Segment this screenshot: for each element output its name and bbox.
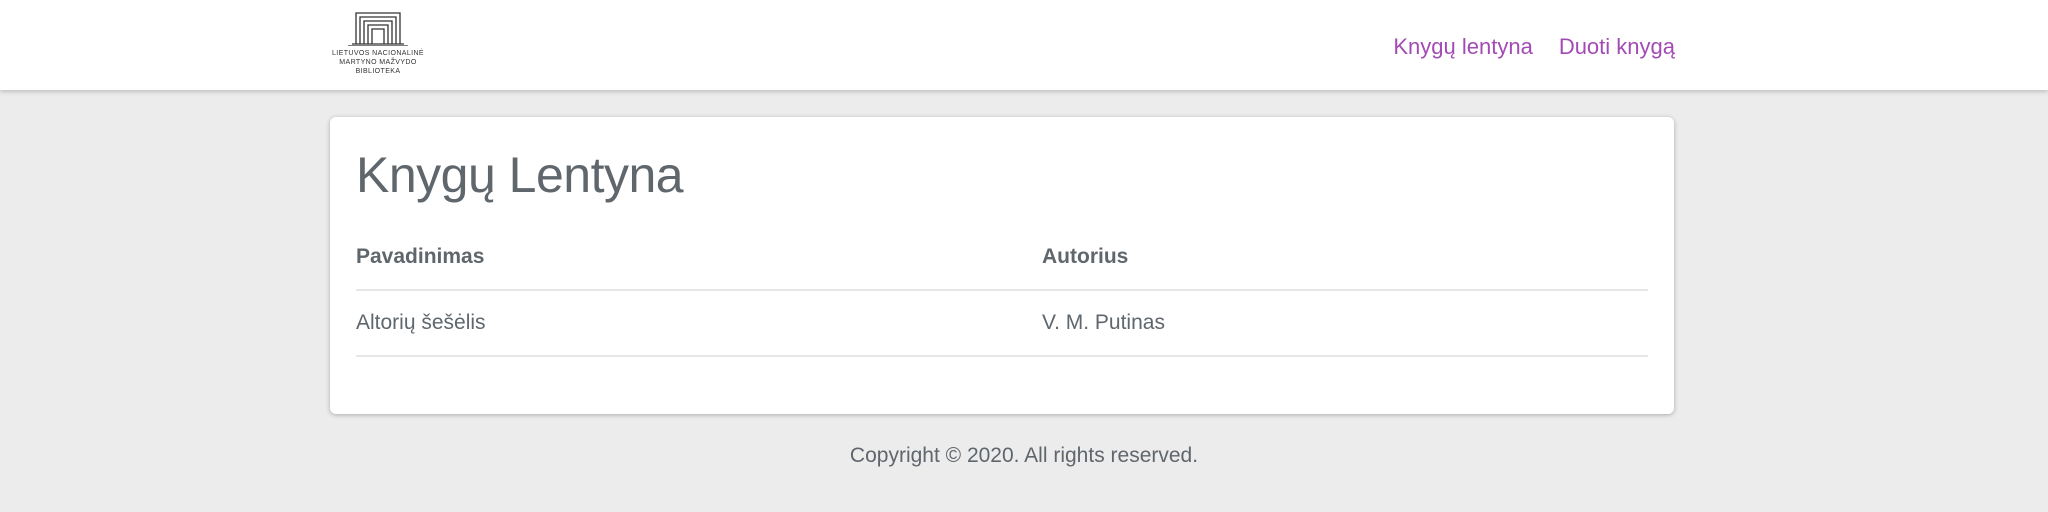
page-title: Knygų Lentyna (356, 147, 684, 203)
logo-line-1: LIETUVOS NACIONALINĖ (331, 50, 425, 57)
copyright-text: Copyright © 2020. All rights reserved. (849, 444, 1199, 467)
library-logo[interactable]: LIETUVOS NACIONALINĖ MARTYNO MAŽVYDO BIB… (326, 10, 430, 80)
column-header-title: Pavadinimas (356, 225, 1042, 291)
logo-line-2: MARTYNO MAŽVYDO (339, 59, 417, 66)
book-author-cell: V. M. Putinas (1042, 290, 1648, 357)
book-title-cell: Altorių šešėlis (356, 290, 1042, 357)
logo-line-3: BIBLIOTEKA (355, 68, 401, 75)
table-row: Altorių šešėlis V. M. Putinas (356, 290, 1648, 357)
library-building-icon (348, 12, 408, 46)
footer: Copyright © 2020. All rights reserved. (0, 442, 2048, 470)
books-table: Pavadinimas Autorius Altorių šešėlis V. … (356, 225, 1648, 357)
column-header-author: Autorius (1042, 225, 1648, 291)
nav-link-lend-book[interactable]: Duoti knygą (1559, 33, 1675, 61)
nav-link-bookshelf[interactable]: Knygų lentyna (1393, 33, 1532, 61)
main-nav: Knygų lentyna Duoti knygą (1393, 33, 1675, 61)
bookshelf-card: Knygų Lentyna Pavadinimas Autorius Altor… (330, 117, 1674, 414)
table-header-row: Pavadinimas Autorius (356, 225, 1648, 291)
navbar: LIETUVOS NACIONALINĖ MARTYNO MAŽVYDO BIB… (0, 0, 2048, 90)
